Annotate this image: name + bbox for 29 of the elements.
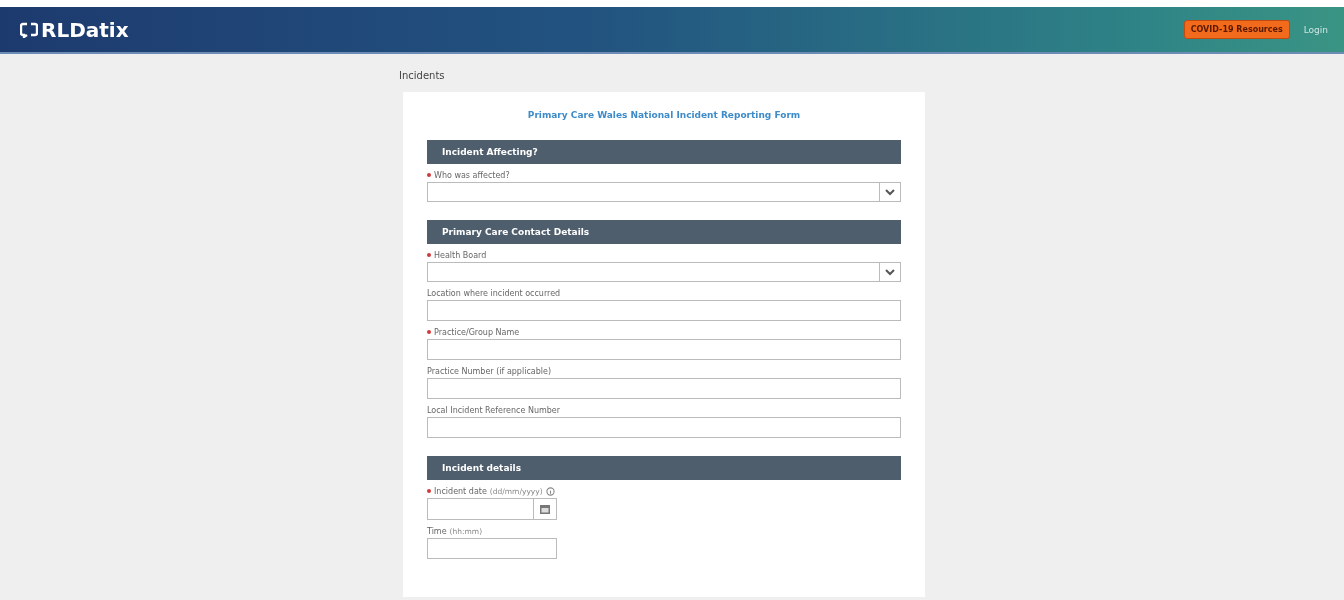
page-title: Incidents	[399, 70, 446, 83]
chevron-down-icon	[885, 188, 895, 196]
time-field[interactable]	[427, 538, 557, 559]
covid-resources-button[interactable]: COVID-19 Resources	[1183, 20, 1290, 39]
dropdown-field[interactable]	[427, 182, 901, 202]
field-label: Practice Number (if applicable)	[427, 366, 552, 376]
field-label: Who was affected?	[434, 170, 510, 180]
field-label: Health Board	[434, 250, 487, 260]
section-header: Incident Affecting?	[427, 140, 901, 164]
section-header: Primary Care Contact Details	[427, 220, 901, 244]
info-icon[interactable]	[545, 486, 555, 496]
field-label: Location where incident occurred	[427, 288, 561, 298]
form-title: Primary Care Wales National Incident Reporting Form	[526, 110, 802, 120]
field-label: Incident date	[434, 486, 487, 496]
section-header: Incident details	[427, 456, 901, 480]
calendar-icon[interactable]	[540, 504, 550, 514]
field-label: Practice/Group Name	[434, 327, 520, 337]
login-link[interactable]: Login	[1303, 24, 1328, 35]
text-field[interactable]	[427, 417, 901, 438]
dropdown-field[interactable]	[427, 262, 901, 282]
speech-bubble-icon	[20, 21, 38, 38]
date-field[interactable]	[427, 498, 557, 520]
chevron-down-icon	[885, 268, 895, 276]
text-field[interactable]	[427, 378, 901, 399]
field-label: Time	[427, 526, 447, 536]
logo[interactable]: RLDatix	[41, 17, 129, 42]
field-label: Local Incident Reference Number	[427, 405, 561, 415]
text-field[interactable]	[427, 339, 901, 360]
text-field[interactable]	[427, 300, 901, 321]
